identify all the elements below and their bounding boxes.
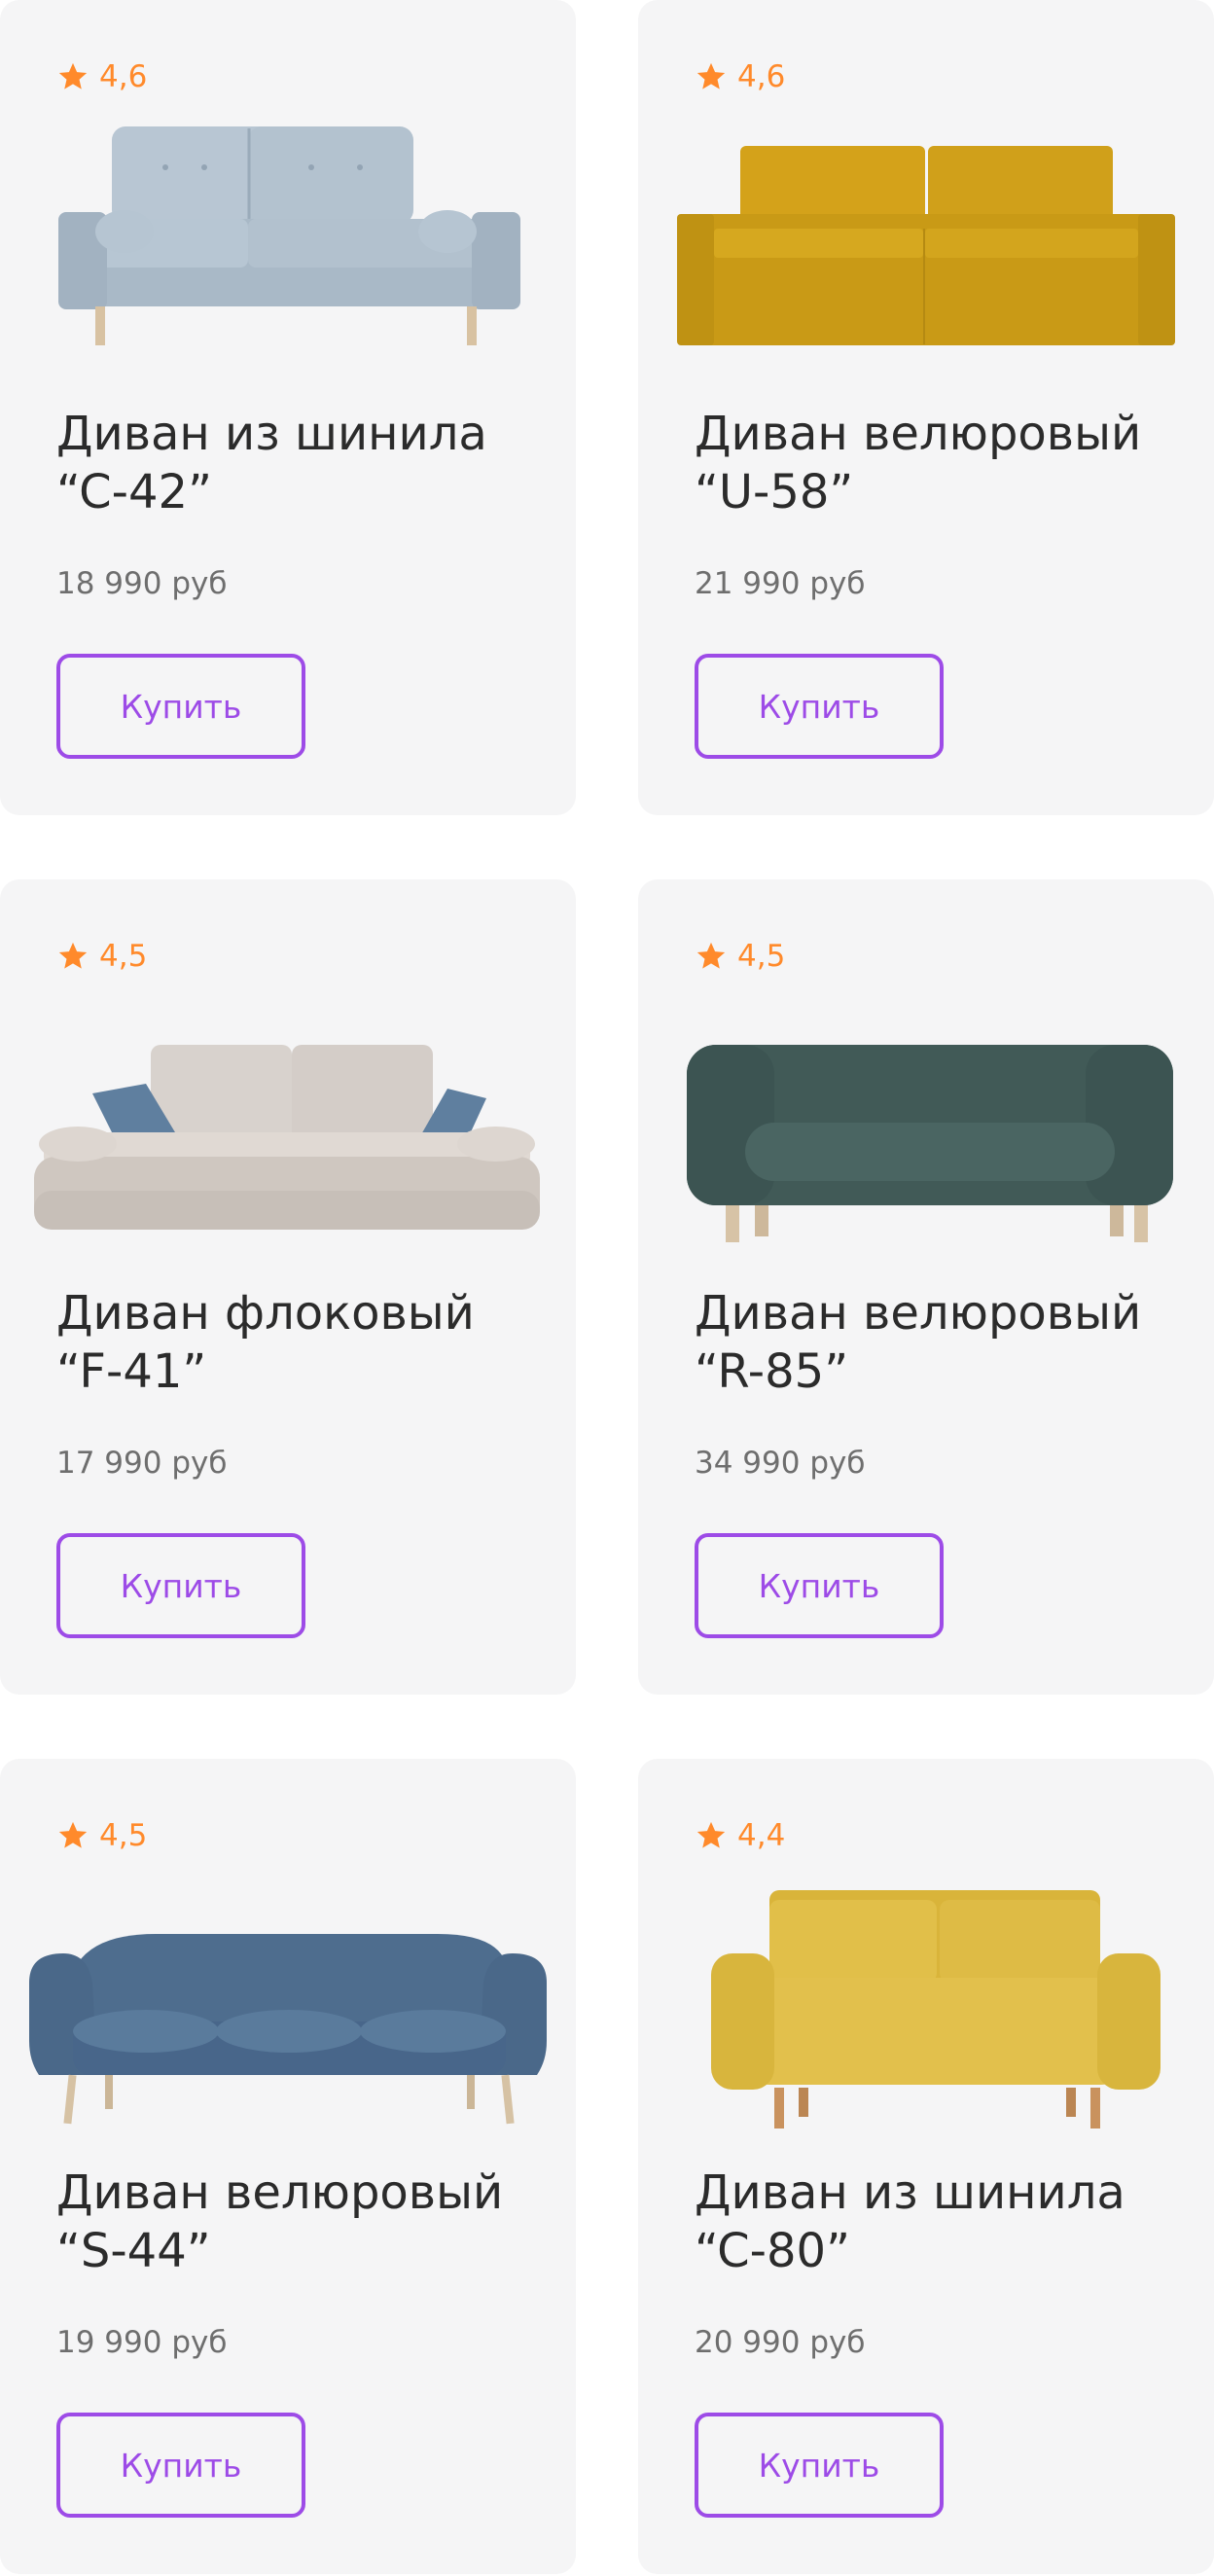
rating-value: 4,4 <box>737 1817 786 1853</box>
rating-value: 4,6 <box>737 58 786 94</box>
product-title-model: “U-58” <box>695 465 854 519</box>
product-price: 19 990 руб <box>56 2325 228 2360</box>
product-title: Диван из шинила “C-80” <box>695 2164 1191 2280</box>
product-image[interactable] <box>19 1866 556 2148</box>
rating-value: 4,5 <box>99 1817 148 1853</box>
rating-value: 4,6 <box>99 58 148 94</box>
star-icon <box>56 1819 89 1852</box>
buy-button[interactable]: Купить <box>56 1533 305 1638</box>
rating-value: 4,5 <box>99 938 148 974</box>
product-image[interactable] <box>19 107 556 389</box>
product-title: Диван из шинила “C-42” <box>56 405 553 521</box>
product-price: 21 990 руб <box>695 566 866 601</box>
buy-button[interactable]: Купить <box>695 654 944 759</box>
star-icon <box>56 940 89 973</box>
product-title-line: Диван флоковый <box>56 1286 475 1341</box>
product-title: Диван флоковый “F-41” <box>56 1284 553 1401</box>
product-card[interactable]: 4,6 Диван велюровый “U-58” 21 990 руб Ку… <box>638 0 1214 815</box>
rating: 4,5 <box>695 940 785 973</box>
buy-button[interactable]: Купить <box>695 2413 944 2518</box>
product-price: 18 990 руб <box>56 566 228 601</box>
product-price: 17 990 руб <box>56 1446 228 1481</box>
product-card[interactable]: 4,6 Диван из шинила “C-42” 18 990 руб Ку… <box>0 0 576 815</box>
product-title: Диван велюровый “R-85” <box>695 1284 1191 1401</box>
product-image[interactable] <box>658 107 1195 389</box>
product-card[interactable]: 4,5 Диван велюровый “S-44” 19 990 руб Ку… <box>0 1759 576 2574</box>
rating: 4,5 <box>56 940 147 973</box>
product-image[interactable] <box>658 986 1195 1269</box>
product-card[interactable]: 4,5 Диван флоковый “F-41” 17 990 руб Куп… <box>0 879 576 1695</box>
product-title-model: “S-44” <box>56 2224 211 2278</box>
product-card[interactable]: 4,5 Диван велюровый “R-85” 34 990 руб Ку… <box>638 879 1214 1695</box>
rating: 4,5 <box>56 1819 147 1852</box>
buy-button[interactable]: Купить <box>56 2413 305 2518</box>
rating: 4,4 <box>695 1819 785 1852</box>
product-card[interactable]: 4,4 Диван из шинила “C-80” 20 990 руб Ку… <box>638 1759 1214 2574</box>
star-icon <box>695 940 728 973</box>
star-icon <box>695 60 728 93</box>
product-title-line: Диван велюровый <box>56 2165 504 2220</box>
product-title-model: “C-42” <box>56 465 212 519</box>
product-title-model: “F-41” <box>56 1344 207 1399</box>
buy-button[interactable]: Купить <box>56 654 305 759</box>
product-title-line: Диван велюровый <box>695 1286 1142 1341</box>
product-title-model: “C-80” <box>695 2224 850 2278</box>
product-title-line: Диван из шинила <box>56 407 487 461</box>
product-price: 34 990 руб <box>695 1446 866 1481</box>
product-image[interactable] <box>19 986 556 1269</box>
rating: 4,6 <box>695 60 785 93</box>
product-title-line: Диван велюровый <box>695 407 1142 461</box>
product-title: Диван велюровый “S-44” <box>56 2164 553 2280</box>
product-image[interactable] <box>658 1866 1195 2148</box>
product-title-line: Диван из шинила <box>695 2165 1125 2220</box>
product-grid: 4,6 Диван из шинила “C-42” 18 990 руб Ку… <box>0 0 1214 2576</box>
buy-button[interactable]: Купить <box>695 1533 944 1638</box>
star-icon <box>695 1819 728 1852</box>
rating: 4,6 <box>56 60 147 93</box>
rating-value: 4,5 <box>737 938 786 974</box>
product-title-model: “R-85” <box>695 1344 849 1399</box>
product-title: Диван велюровый “U-58” <box>695 405 1191 521</box>
star-icon <box>56 60 89 93</box>
product-price: 20 990 руб <box>695 2325 866 2360</box>
